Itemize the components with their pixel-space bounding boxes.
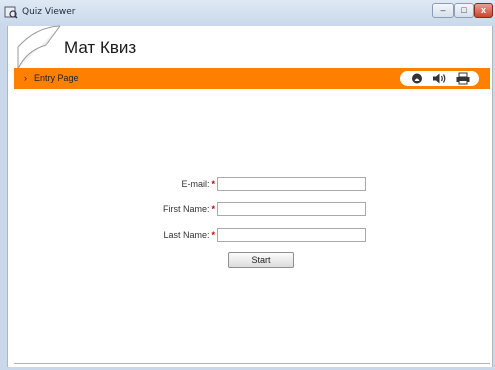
last-name-label: Last Name: *: [163, 230, 215, 240]
page-label: Entry Page: [34, 73, 79, 83]
print-icon[interactable]: [455, 72, 471, 85]
quiz-title: Мат Квиз: [64, 38, 137, 57]
window-title: Quiz Viewer: [22, 7, 76, 17]
quiz-header: Мат Квиз: [8, 25, 492, 70]
email-field[interactable]: [217, 177, 366, 191]
email-label: E-mail: *: [181, 179, 215, 189]
arrow-icon: ›: [24, 73, 27, 83]
close-button[interactable]: x: [474, 3, 493, 18]
first-name-row: First Name: *: [8, 202, 215, 218]
start-button[interactable]: Start: [228, 252, 294, 268]
maximize-icon: □: [461, 5, 467, 15]
content-divider: [14, 363, 490, 364]
close-icon: x: [480, 5, 486, 15]
window-frame-left: [0, 26, 7, 370]
last-name-row: Last Name: *: [8, 228, 215, 244]
required-mark: *: [211, 230, 215, 240]
toolbar: [400, 71, 479, 86]
email-row: E-mail: *: [8, 177, 215, 193]
sound-icon[interactable]: [431, 72, 447, 85]
last-name-field[interactable]: [217, 228, 366, 242]
help-icon[interactable]: [409, 72, 425, 85]
minimize-icon: –: [440, 5, 446, 15]
required-mark: *: [211, 204, 215, 214]
quiz-content: Мат Квиз › Entry Page E-mail: * First Na…: [7, 25, 493, 367]
window-titlebar: Quiz Viewer – □ x: [0, 0, 495, 27]
app-icon: [4, 6, 18, 19]
first-name-field[interactable]: [217, 202, 366, 216]
required-mark: *: [211, 179, 215, 189]
page-curl-logo: [17, 25, 61, 70]
minimize-button[interactable]: –: [432, 3, 454, 18]
navigation-bar: › Entry Page: [14, 68, 490, 89]
first-name-label: First Name: *: [162, 204, 215, 214]
maximize-button[interactable]: □: [454, 3, 474, 18]
